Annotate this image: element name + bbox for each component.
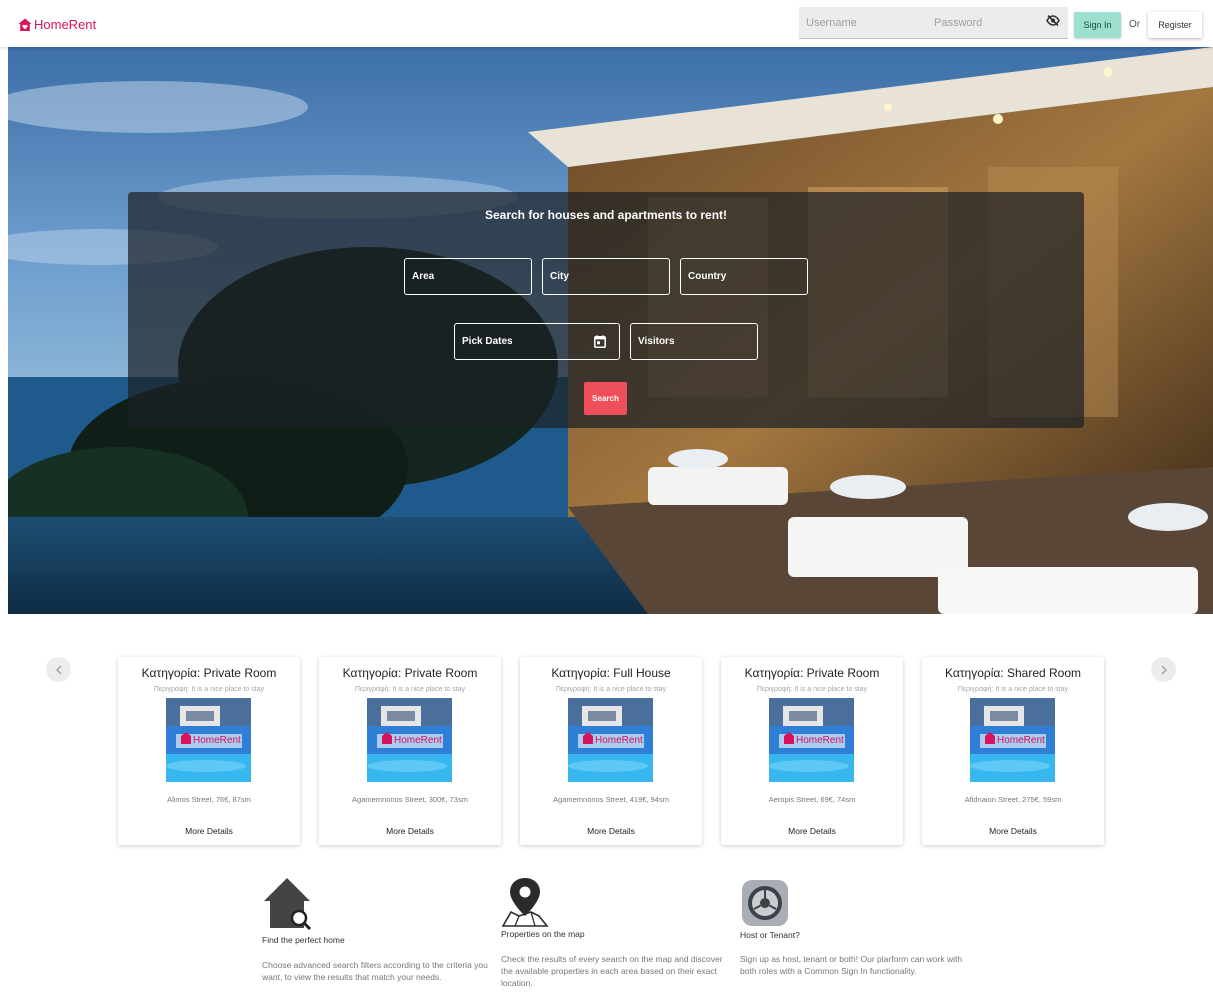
card-image[interactable]: HomeRent	[166, 698, 251, 782]
card-image-logo-text: HomeRent	[595, 735, 643, 746]
feature-text: Check the results of every search on the…	[501, 954, 723, 988]
settings-gear-icon	[742, 880, 788, 926]
feature-title: Host or Tenant?	[740, 930, 800, 940]
brand-logo[interactable]: HomeRent	[18, 17, 96, 32]
brand-name: HomeRent	[34, 17, 97, 32]
search-title: Search for houses and apartments to rent…	[484, 208, 728, 222]
map-pin-icon	[501, 878, 549, 927]
listing-card: Κατηγορία: Full House Περιγραφή: It is a…	[520, 657, 702, 845]
login-form	[799, 7, 1068, 39]
card-image[interactable]: HomeRent	[568, 698, 653, 782]
house-icon	[18, 18, 32, 31]
more-details-link[interactable]: More Details	[319, 826, 501, 836]
listing-card: Κατηγορία: Private Room Περιγραφή: It is…	[319, 657, 501, 845]
house-search-icon	[264, 878, 312, 931]
carousel-prev-button[interactable]	[46, 657, 71, 682]
feature-host-tenant: Host or Tenant? Sign up as host, tenant …	[740, 876, 980, 997]
card-category: Κατηγορία: Private Room	[342, 666, 478, 680]
chevron-right-icon	[1161, 665, 1167, 674]
more-details-link[interactable]: More Details	[520, 826, 702, 836]
card-image-logo-text: HomeRent	[796, 735, 844, 746]
card-address: Agamemnonos Street, 419€, 94sm	[553, 795, 669, 804]
register-button[interactable]: Register	[1148, 12, 1202, 38]
card-description: Περιγραφή: It is a nice place to stay	[756, 686, 868, 693]
card-image[interactable]: HomeRent	[769, 698, 854, 782]
feature-text: Choose advanced search filters according…	[262, 960, 488, 982]
username-input[interactable]	[806, 7, 924, 39]
card-description: Περιγραφή: It is a nice place to stay	[957, 686, 1069, 693]
feature-title: Properties on the map	[501, 929, 585, 939]
card-description: Περιγραφή: It is a nice place to stay	[153, 686, 265, 693]
or-label: Or	[1129, 19, 1141, 30]
card-image-logo-text: HomeRent	[193, 735, 241, 746]
carousel-next-button[interactable]	[1151, 657, 1176, 682]
card-description: Περιγραφή: It is a nice place to stay	[555, 686, 667, 693]
eye-off-icon[interactable]	[1046, 13, 1060, 31]
feature-title: Find the perfect home	[262, 935, 345, 945]
more-details-link[interactable]: More Details	[922, 826, 1104, 836]
card-image[interactable]: HomeRent	[367, 698, 452, 782]
password-input[interactable]	[934, 7, 1039, 39]
search-button[interactable]: Search	[584, 382, 627, 415]
card-category: Κατηγορία: Private Room	[141, 666, 277, 680]
more-details-link[interactable]: More Details	[118, 826, 300, 836]
card-category: Κατηγορία: Private Room	[744, 666, 880, 680]
card-category: Κατηγορία: Shared Room	[944, 666, 1082, 680]
search-panel: Search for houses and apartments to rent…	[128, 192, 1084, 428]
chevron-left-icon	[55, 665, 61, 674]
country-input[interactable]	[680, 258, 808, 295]
card-address: Afidnaion Street, 275€, 59sm	[964, 795, 1062, 804]
card-address: Agamemnonos Street, 300€, 73sm	[352, 795, 468, 804]
card-address: Aeropis Street, 69€, 74sm	[768, 795, 856, 804]
card-category: Κατηγορία: Full House	[551, 666, 671, 680]
more-details-link[interactable]: More Details	[721, 826, 903, 836]
card-address: Alimos Street, 76€, 87sm	[167, 795, 251, 804]
sign-in-button[interactable]: Sign In	[1074, 12, 1121, 38]
feature-find-home: Find the perfect home Choose advanced se…	[262, 876, 502, 997]
card-image-logo-text: HomeRent	[997, 735, 1045, 746]
listing-card: Κατηγορία: Private Room Περιγραφή: It is…	[118, 657, 300, 845]
visitors-input[interactable]	[630, 323, 758, 360]
feature-map: Properties on the map Check the results …	[501, 876, 741, 997]
listing-card: Κατηγορία: Private Room Περιγραφή: It is…	[721, 657, 903, 845]
card-image[interactable]: HomeRent	[970, 698, 1055, 782]
top-navbar: HomeRent Sign In Or Register	[0, 0, 1213, 47]
feature-text: Sign up as host, tenant or both! Our pla…	[740, 954, 963, 976]
card-image-logo-text: HomeRent	[394, 735, 442, 746]
area-input[interactable]	[404, 258, 532, 295]
city-input[interactable]	[542, 258, 670, 295]
card-description: Περιγραφή: It is a nice place to stay	[354, 686, 466, 693]
listing-card: Κατηγορία: Shared Room Περιγραφή: It is …	[922, 657, 1104, 845]
hero-banner: Search for houses and apartments to rent…	[8, 47, 1213, 614]
